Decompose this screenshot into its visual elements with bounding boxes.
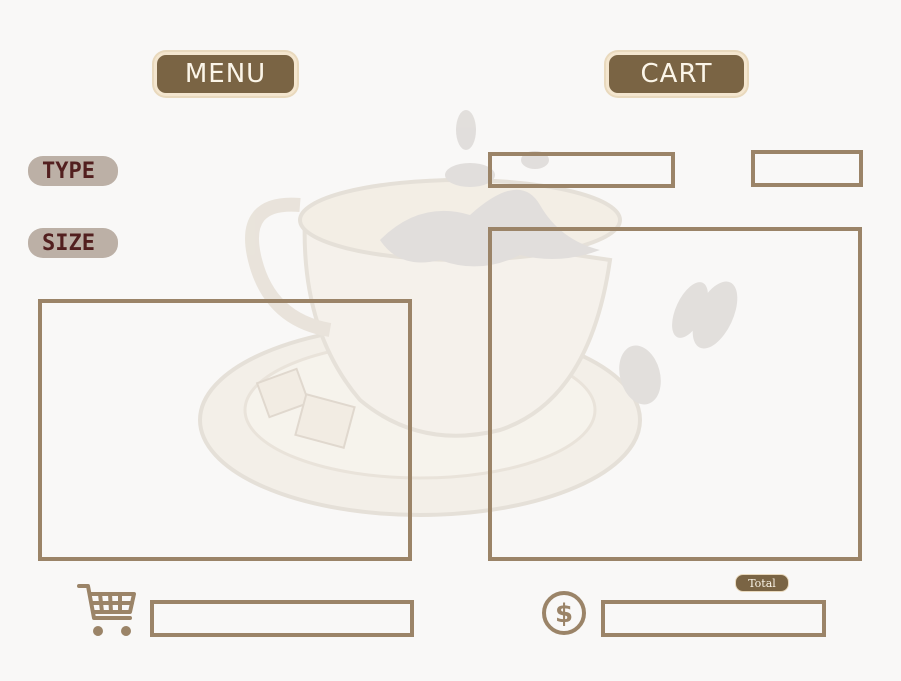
cart-count-field[interactable] [150, 600, 414, 637]
total-field[interactable] [601, 600, 826, 637]
cart-button[interactable]: CART [606, 52, 747, 96]
svg-text:$: $ [555, 599, 573, 629]
total-badge: Total [735, 574, 789, 592]
cart-item-field[interactable] [488, 152, 675, 188]
type-label: TYPE [28, 156, 118, 186]
size-label: SIZE [28, 228, 118, 258]
cart-quantity-field[interactable] [751, 150, 863, 187]
menu-button[interactable]: MENU [154, 52, 297, 96]
dollar-coin-icon: $ [542, 591, 586, 635]
cart-list-box[interactable] [488, 227, 862, 561]
menu-list-box[interactable] [38, 299, 412, 561]
shopping-cart-icon [77, 584, 136, 636]
